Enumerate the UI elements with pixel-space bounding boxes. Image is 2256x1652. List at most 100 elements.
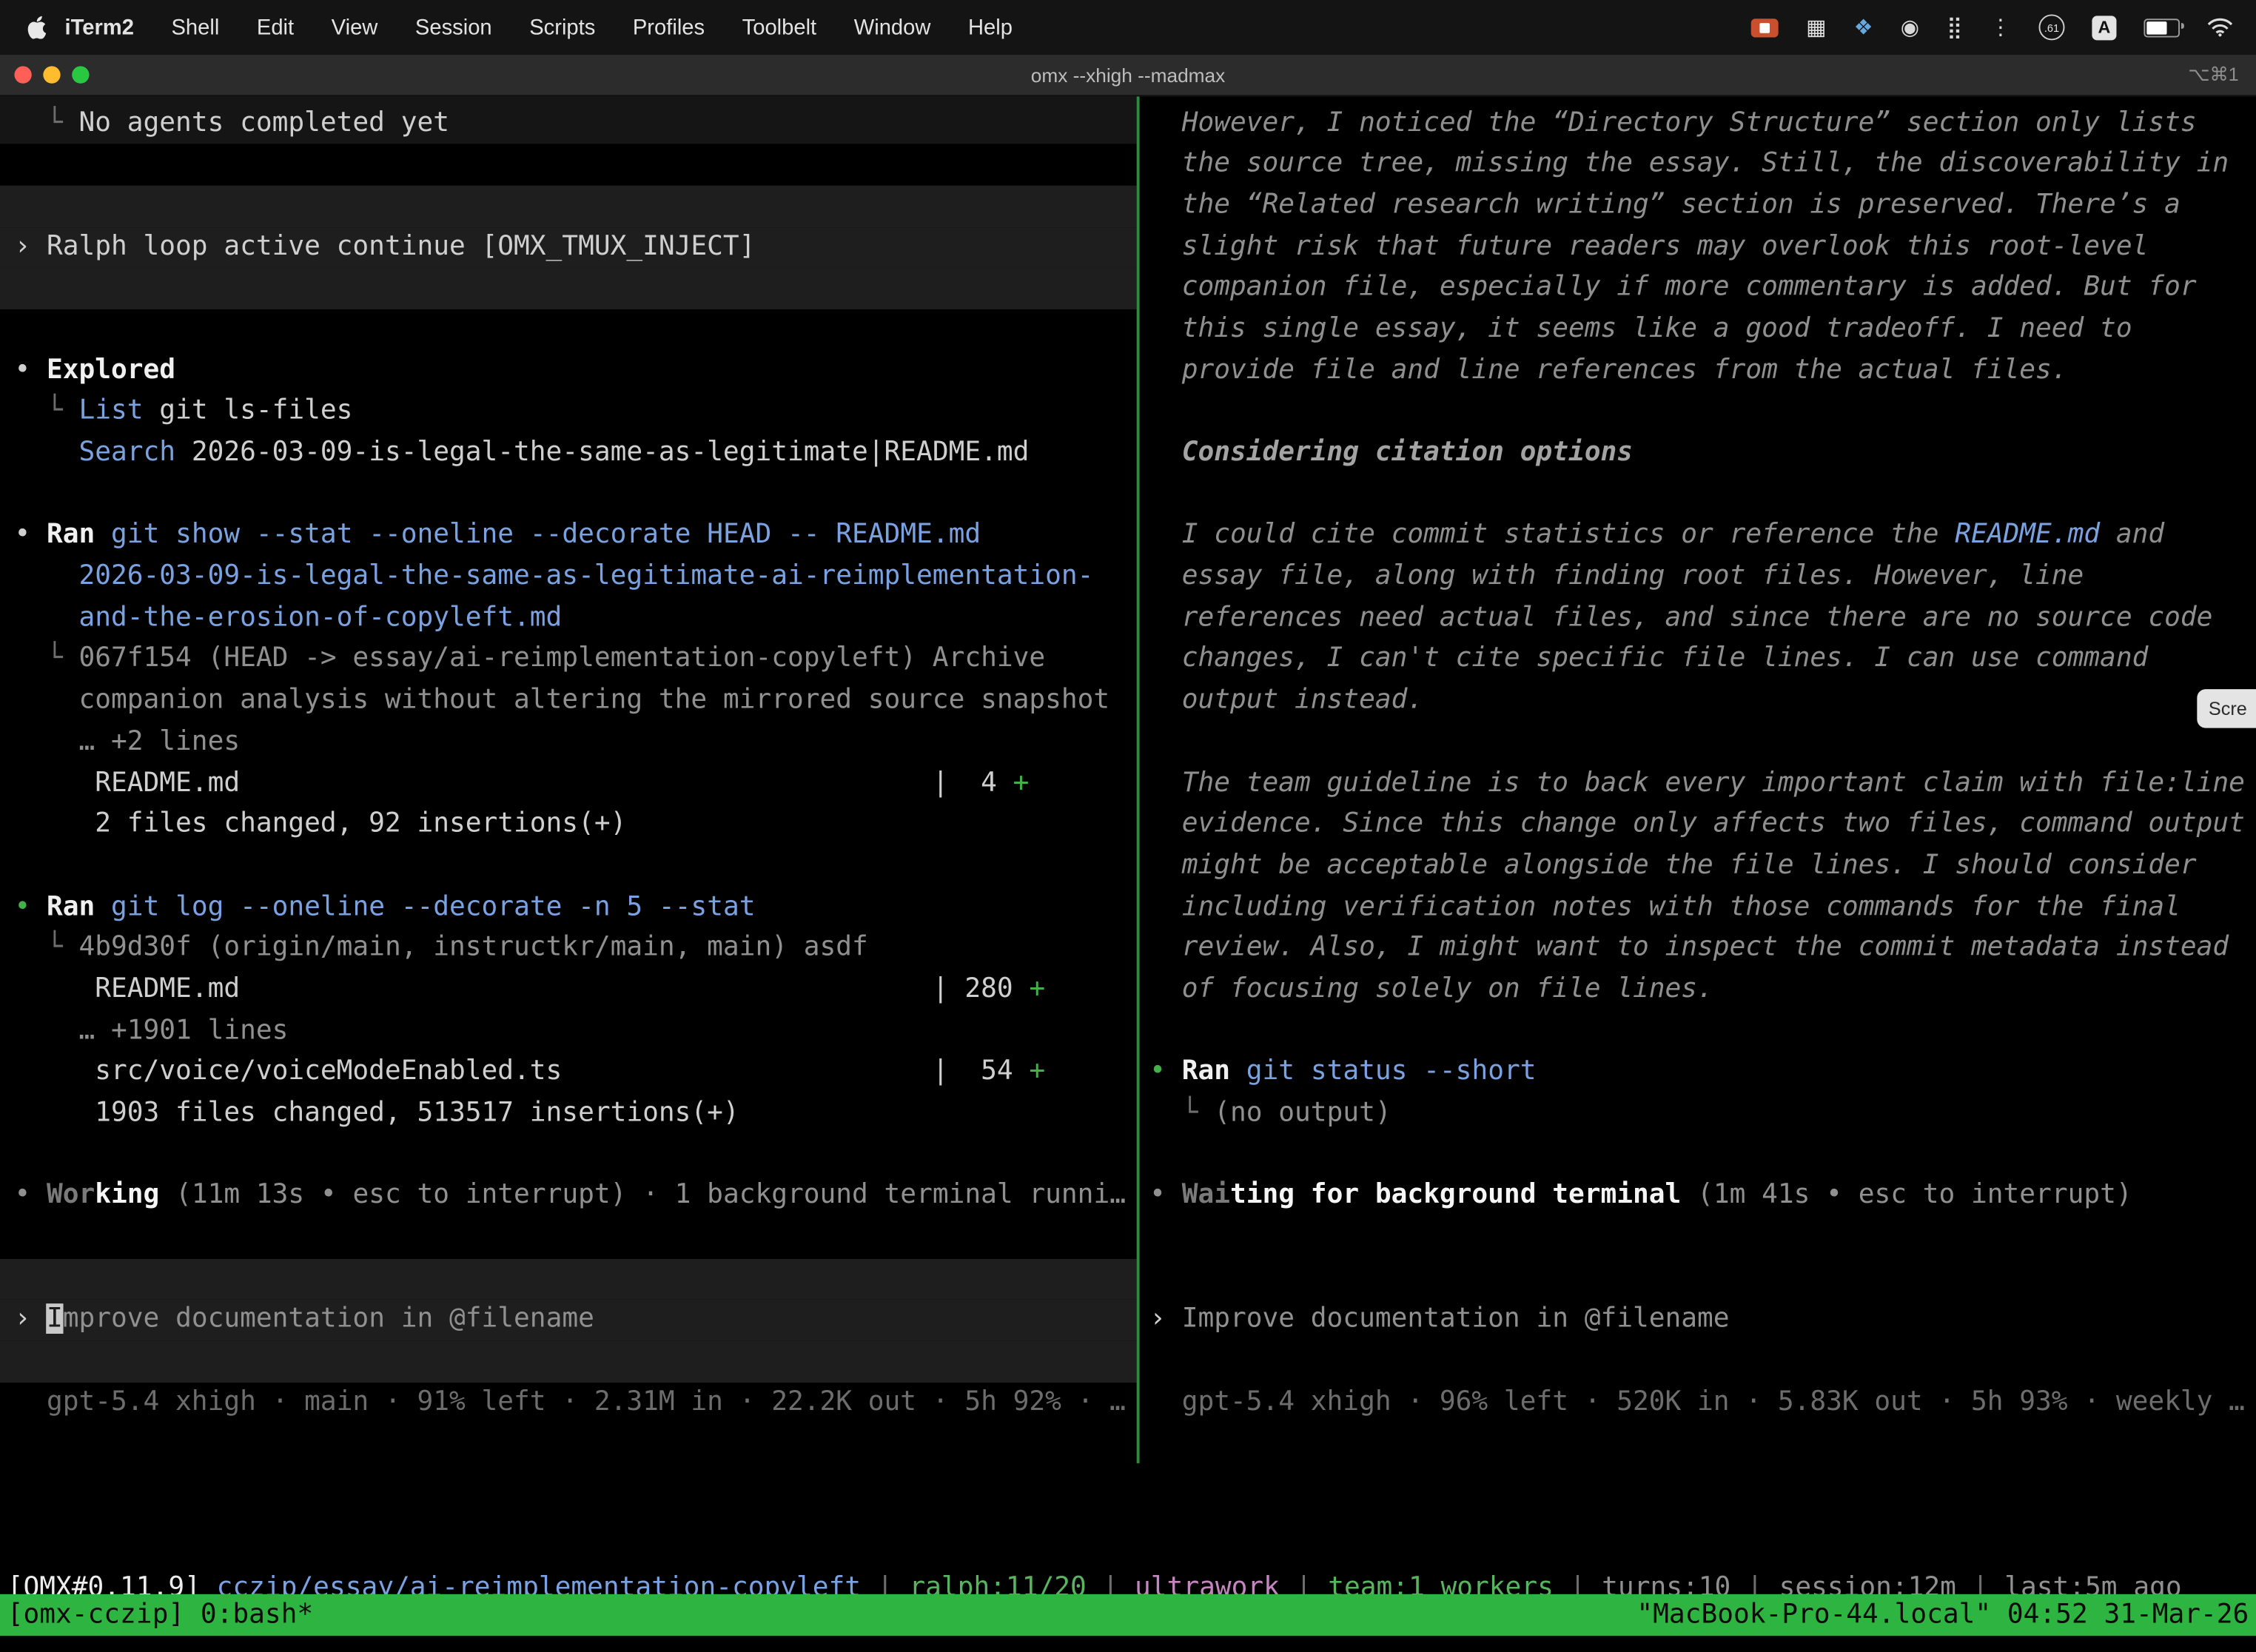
window-grid-icon[interactable]: ▦ [1806,16,1827,38]
wifi-icon[interactable] [2207,17,2233,37]
terminal-line: references need actual files, and since … [1140,598,2256,639]
terminal-line: └ 4b9d30f (origin/main, instructkr/main,… [0,928,1137,970]
menu-item-scripts[interactable]: Scripts [511,15,614,39]
screen-overlay-label: Scre [2209,698,2247,719]
prompt-input[interactable]: › Improve documentation in @filename [0,1300,1137,1341]
terminal-line: slight risk that future readers may over… [1140,226,2256,268]
menu-item-window[interactable]: Window [835,15,949,39]
terminal-line: Considering citation options [1140,433,2256,474]
terminal-line: • Working (11m 13s • esc to interrupt) ·… [0,1176,1137,1218]
terminal-line: • Explored [0,351,1137,392]
left-terminal-pane[interactable]: └ No agents completed yet › Ralph loop ac… [0,96,1137,1594]
terminal-line: └ 067f154 (HEAD -> essay/ai-reimplementa… [0,639,1137,681]
terminal-line: companion analysis without altering the … [0,681,1137,722]
menu-item-shell[interactable]: Shell [152,15,238,39]
battery-icon[interactable] [2143,18,2180,36]
terminal-line: • Waiting for background terminal (1m 41… [1140,1176,2256,1218]
terminal-line: 2026-03-09-is-legal-the-same-as-legitima… [0,557,1137,598]
prompt-input[interactable]: › Improve documentation in @filename [1140,1300,2256,1341]
terminal-line [1140,722,2256,763]
window-shortcut-badge: ⌥⌘1 [2188,64,2238,87]
traffic-lights [14,66,89,83]
terminal-line [0,268,1137,309]
status-icons: ▦ ❖ ◉ ⣿ ⋮ .61 A [1751,14,2233,40]
close-button[interactable] [14,66,31,83]
menu-item-session[interactable]: Session [397,15,511,39]
screen-recording-indicator[interactable] [1751,18,1779,36]
terminal-line [1140,1135,2256,1176]
terminal-line [0,1218,1137,1259]
screen: iTerm2ShellEditViewSessionScriptsProfile… [0,0,2256,1652]
terminal-line: • Ran git status --short [1140,1052,2256,1094]
terminal-line: README.md | 4 + [0,763,1137,805]
terminal-line: provide file and line references from th… [1140,351,2256,392]
menu-item-help[interactable]: Help [950,15,1032,39]
terminal-line: └ (no output) [1140,1093,2256,1135]
menu-item-view[interactable]: View [312,15,396,39]
terminal-line [1140,392,2256,433]
round-app-icon[interactable]: ◉ [1901,16,1919,38]
gauge-icon[interactable]: .61 [2039,14,2065,40]
terminal-line [0,474,1137,516]
menu-item-profiles[interactable]: Profiles [614,15,724,39]
terminal-line: The team guideline is to back every impo… [1140,763,2256,805]
terminal-line: However, I noticed the “Directory Struct… [1140,96,2256,144]
terminal-line [0,846,1137,887]
terminal-line: gpt-5.4 xhigh · main · 91% left · 2.31M … [0,1383,1137,1424]
window-title-bar[interactable]: omx --xhigh --madmax ⌥⌘1 [0,55,2256,96]
terminal-line: README.md | 280 + [0,970,1137,1011]
terminal-line: … +2 lines [0,722,1137,763]
terminal-line: … +1901 lines [0,1011,1137,1052]
menu-item-toolbelt[interactable]: Toolbelt [723,15,835,39]
terminal-line: └ List git ls-files [0,392,1137,433]
zoom-button[interactable] [72,66,89,83]
tmux-status-bar: [omx-cczip] 0:bash* "MacBook-Pro-44.loca… [0,1594,2256,1636]
terminal-line [0,186,1137,227]
terminal-line: changes, I can't cite specific file line… [1140,639,2256,681]
terminal-line: evidence. Since this change only affects… [1140,805,2256,846]
input-source-icon[interactable]: A [2092,15,2116,39]
terminal-line: and-the-erosion-of-copyleft.md [0,598,1137,639]
terminal-line: └ No agents completed yet [0,96,1137,144]
terminal-line [1140,1258,2256,1300]
tmux-host-clock: "MacBook-Pro-44.local" 04:52 31-Mar-26 [1636,1594,2249,1636]
terminal-line: • Ran git show --stat --oneline --decora… [0,516,1137,557]
terminal-line: this single essay, it seems like a good … [1140,309,2256,351]
terminal-line [0,1135,1137,1176]
terminal-line [0,144,1137,186]
terminal-line: 2 files changed, 92 insertions(+) [0,805,1137,846]
blue-app-icon[interactable]: ❖ [1854,16,1873,38]
terminal-line [0,1258,1137,1300]
menu-item-iterm2[interactable]: iTerm2 [46,15,152,39]
left-pane-rows: └ No agents completed yet › Ralph loop ac… [0,96,1137,1423]
terminal-window: └ No agents completed yet › Ralph loop ac… [0,96,2256,1594]
terminal-line: the “Related research writing” section i… [1140,186,2256,227]
slim-app-icon[interactable]: ⋮ [1990,16,2011,38]
tmux-session-label: [omx-cczip] 0:bash* [7,1594,313,1636]
terminal-line: essay file, along with finding root file… [1140,557,2256,598]
terminal-line: › Ralph loop active continue [OMX_TMUX_I… [0,226,1137,268]
terminal-line [1140,474,2256,516]
menu-items: iTerm2ShellEditViewSessionScriptsProfile… [46,15,1031,39]
terminal-line: including verification notes with those … [1140,887,2256,929]
right-pane-rows: However, I noticed the “Directory Struct… [1140,96,2256,1423]
terminal-line: 1903 files changed, 513517 insertions(+) [0,1093,1137,1135]
menu-item-edit[interactable]: Edit [238,15,313,39]
right-terminal-pane[interactable]: However, I noticed the “Directory Struct… [1140,96,2256,1594]
terminal-line [1140,1011,2256,1052]
terminal-line: of focusing solely on file lines. [1140,970,2256,1011]
terminal-line: src/voice/voiceModeEnabled.ts | 54 + [0,1052,1137,1094]
screen-overlay-tab[interactable]: Scre [2197,689,2256,728]
terminal-line: the source tree, missing the essay. Stil… [1140,144,2256,186]
terminal-line [0,1341,1137,1383]
terminal-line: I could cite commit statistics or refere… [1140,516,2256,557]
minimize-button[interactable] [43,66,60,83]
apple-menu-icon[interactable] [26,15,46,39]
terminal-line [0,309,1137,351]
terminal-line: companion file, especially if more comme… [1140,268,2256,309]
terminal-line [1140,1341,2256,1383]
terminal-line: might be acceptable alongside the file l… [1140,846,2256,887]
dots-grid-icon[interactable]: ⣿ [1947,16,1962,38]
terminal-line: review. Also, I might want to inspect th… [1140,928,2256,970]
terminal-line [1140,1218,2256,1259]
